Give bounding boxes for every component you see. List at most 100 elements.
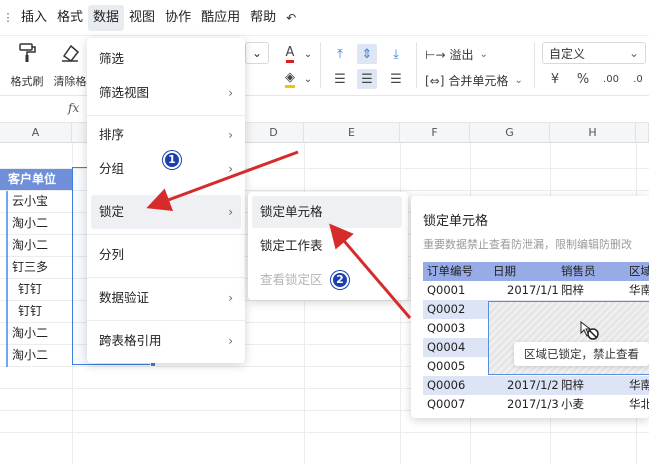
chevron-down-icon: ⌄ [303,48,313,60]
font-color-icon: A [285,45,295,63]
fill-color-dropdown[interactable]: ⌄ [298,69,318,89]
lock-submenu: 锁定单元格 锁定工作表 查看锁定区 [248,192,408,300]
toolbar-divider [416,42,417,88]
chevron-right-icon: › [228,291,233,305]
submenu-item-view-locked-area: 查看锁定区 [260,272,323,287]
align-left-button[interactable]: ☰ [330,69,350,89]
menu-collaborate[interactable]: 协作 [160,5,196,31]
grid-line [0,432,649,433]
drag-handle-icon[interactable]: ⋮ [0,8,16,28]
table-border [6,191,8,367]
menu-insert[interactable]: 插入 [16,5,52,31]
font-color-button[interactable]: A [280,44,300,64]
percent-button[interactable]: % [573,69,593,89]
align-center-button[interactable]: ☰ [357,69,377,89]
decimal-decrease-icon: .00 [603,73,619,85]
align-middle-icon: ⇕ [361,46,373,62]
align-right-button[interactable]: ☰ [386,69,406,89]
column-header-e[interactable]: E [304,123,400,143]
align-top-icon: ⤒ [337,46,343,62]
no-view-cursor-icon [580,320,599,340]
menu-help[interactable]: 帮助 [245,5,281,31]
menu-divider [87,320,245,321]
font-color-dropdown[interactable]: ⌄ [298,44,318,64]
fill-color-button[interactable]: ◈ [280,69,300,89]
menu-data[interactable]: 数据 [88,4,125,31]
align-right-icon: ☰ [390,71,402,87]
toolbar-divider [534,42,535,88]
chevron-right-icon: › [228,86,233,100]
eraser-icon [62,44,80,63]
cell-a[interactable]: 云小宝 [12,190,48,212]
chevron-right-icon: › [228,205,233,219]
menu-item-filter-view[interactable]: 筛选视图 › [91,76,241,110]
number-format-dropdown[interactable]: 自定义 ⌄ [542,42,646,64]
clear-format-button[interactable]: 清除格 [50,40,90,89]
column-header-a[interactable]: A [0,123,72,143]
menu-item-cross-sheet-reference[interactable]: 跨表格引用 › [91,324,241,358]
cell-a[interactable]: 钉钉 [18,300,42,322]
chevron-down-icon: ⌄ [514,75,523,86]
chevron-down-icon: ⌄ [628,46,639,60]
align-middle-button[interactable]: ⇕ [357,44,377,64]
cell-a[interactable]: 钉三多 [12,256,48,278]
preview-description: 重要数据禁止查看防泄漏，限制编辑防删改 [423,238,632,251]
cell-a[interactable]: 淘小二 [12,344,48,366]
table-row: Q0006 2017/1/2 阳梓 华南 [423,376,649,395]
submenu-item-lock-sheet[interactable]: 锁定工作表 [252,230,402,262]
chevron-down-icon: ⌄ [479,49,488,60]
menu-format[interactable]: 格式 [52,5,88,31]
menu-divider [87,115,245,116]
font-size-dropdown[interactable]: ⌄ [245,42,269,64]
decimal-increase-button[interactable]: .0 [628,69,648,89]
align-bottom-button[interactable]: ⤓ [386,44,406,64]
align-top-button[interactable]: ⤒ [330,44,350,64]
header-cell-customer[interactable]: 客户单位 [0,169,72,190]
align-left-icon: ☰ [334,71,346,87]
step-badge-1: 1 [163,151,181,169]
align-center-icon: ☰ [361,71,373,87]
column-header-f[interactable]: F [400,123,470,143]
chevron-down-icon: ⌄ [251,46,263,60]
currency-button[interactable]: ¥ [545,69,565,89]
undo-arrow-icon[interactable]: ↶ [281,5,301,31]
overflow-icon: ⊢→ [425,47,446,62]
menu-item-split-column[interactable]: 分列 [91,238,241,272]
preview-title: 锁定单元格 [423,214,489,229]
toolbar-divider [320,42,321,88]
merge-cells-icon: [⇔] [425,73,445,88]
paint-roller-icon [19,43,36,62]
merge-cells-button[interactable]: [⇔] 合并单元格 ⌄ [425,72,523,89]
menu-divider [87,277,245,278]
align-bottom-icon: ⤓ [393,46,399,62]
menu-item-lock[interactable]: 锁定 › [91,195,241,229]
preview-table-header: 订单编号 日期 销售员 区域 [423,262,649,281]
menu-cool-apps[interactable]: 酷应用 [196,5,245,31]
menu-bar: ⋮ 插入 格式 数据 视图 协作 酷应用 帮助 ↶ [0,0,649,36]
cell-a[interactable]: 淘小二 [12,234,48,256]
cell-a[interactable]: 淘小二 [12,212,48,234]
column-header-i[interactable] [636,123,649,143]
fx-icon: fx [68,101,80,115]
chevron-right-icon: › [228,128,233,142]
locked-area-message: 区域已锁定，禁止查看 [514,342,649,366]
chevron-down-icon: ⌄ [303,73,313,85]
menu-item-sort[interactable]: 排序 › [91,118,241,152]
column-header-h[interactable]: H [550,123,636,143]
lock-cells-preview-card: 锁定单元格 重要数据禁止查看防泄漏，限制编辑防删改 订单编号 日期 销售员 区域… [411,196,649,418]
column-header-d[interactable]: D [244,123,304,143]
overflow-button[interactable]: ⊢→ 溢出 ⌄ [425,46,488,63]
menu-divider [87,234,245,235]
chevron-right-icon: › [228,334,233,348]
format-painter-button[interactable]: 格式刷 [6,40,48,89]
cell-a[interactable]: 钉钉 [18,278,42,300]
decimal-decrease-button[interactable]: .00 [601,69,621,89]
paint-bucket-icon: ◈ [285,70,295,88]
menu-item-filter[interactable]: 筛选 [91,42,241,76]
column-header-g[interactable]: G [470,123,550,143]
cell-a[interactable]: 淘小二 [12,322,48,344]
submenu-item-lock-cells[interactable]: 锁定单元格 [252,196,402,228]
decimal-increase-icon: .0 [633,73,643,85]
menu-item-data-validation[interactable]: 数据验证 › [91,281,241,315]
menu-view[interactable]: 视图 [124,5,160,31]
